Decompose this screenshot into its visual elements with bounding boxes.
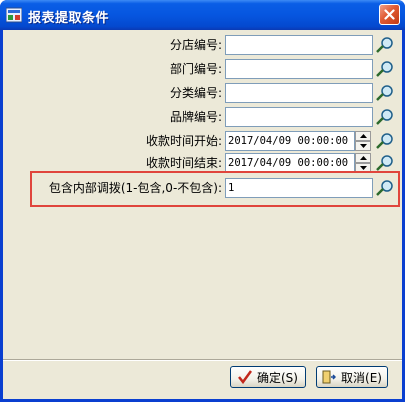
lookup-icon <box>376 155 393 171</box>
department-code-input[interactable] <box>225 59 373 79</box>
payment-time-start-spinner[interactable] <box>355 131 371 151</box>
lookup-icon <box>376 61 393 77</box>
payment-time-end-spinner[interactable] <box>355 153 371 173</box>
lookup-icon <box>376 37 393 53</box>
brand-code-input[interactable] <box>225 107 373 127</box>
checkmark-icon <box>238 370 252 384</box>
close-icon <box>384 9 395 20</box>
department-code-label: 部门编号: <box>169 62 222 76</box>
spin-down-icon[interactable] <box>355 141 371 151</box>
spin-up-icon[interactable] <box>355 131 371 141</box>
window-title: 报表提取条件 <box>28 11 110 26</box>
payment-time-end-label: 收款时间结束: <box>145 156 222 170</box>
payment-time-start-lookup-button[interactable] <box>374 131 396 151</box>
department-code-lookup-button[interactable] <box>374 59 396 79</box>
cancel-button[interactable]: 取消(E) <box>316 366 388 388</box>
payment-time-start-input[interactable]: 2017/04/09 00:00:00 <box>225 131 355 151</box>
lookup-icon <box>376 180 393 196</box>
ok-button[interactable]: 确定(S) <box>230 366 306 388</box>
branch-code-input[interactable] <box>225 35 373 55</box>
lookup-icon <box>376 85 393 101</box>
branch-code-lookup-button[interactable] <box>374 35 396 55</box>
include-transfer-input[interactable]: 1 <box>225 178 373 198</box>
lookup-icon <box>376 109 393 125</box>
include-transfer-label: 包含内部调拨(1-包含,0-不包含): <box>48 181 222 195</box>
lookup-icon <box>376 133 393 149</box>
report-app-icon <box>6 7 22 23</box>
close-button[interactable] <box>379 4 400 25</box>
title-bar[interactable]: 报表提取条件 <box>0 0 405 30</box>
category-code-lookup-button[interactable] <box>374 83 396 103</box>
spin-up-icon[interactable] <box>355 153 371 163</box>
brand-code-lookup-button[interactable] <box>374 107 396 127</box>
branch-code-label: 分店编号: <box>169 38 222 52</box>
exit-door-icon <box>322 370 337 384</box>
ok-button-label: 确定(S) <box>257 370 298 385</box>
include-transfer-lookup-button[interactable] <box>374 178 396 198</box>
payment-time-start-label: 收款时间开始: <box>145 134 222 148</box>
dialog-window: 报表提取条件 分店编号: 部门编号: 分类编号: 品牌编号: 收款时间开始: 2… <box>0 0 405 402</box>
category-code-input[interactable] <box>225 83 373 103</box>
cancel-button-label: 取消(E) <box>341 370 382 385</box>
footer-divider-highlight <box>3 360 402 361</box>
payment-time-end-lookup-button[interactable] <box>374 153 396 173</box>
payment-time-end-input[interactable]: 2017/04/09 00:00:00 <box>225 153 355 173</box>
category-code-label: 分类编号: <box>169 86 222 100</box>
dialog-body: 分店编号: 部门编号: 分类编号: 品牌编号: 收款时间开始: 2017/04/… <box>3 30 402 399</box>
brand-code-label: 品牌编号: <box>169 110 222 124</box>
